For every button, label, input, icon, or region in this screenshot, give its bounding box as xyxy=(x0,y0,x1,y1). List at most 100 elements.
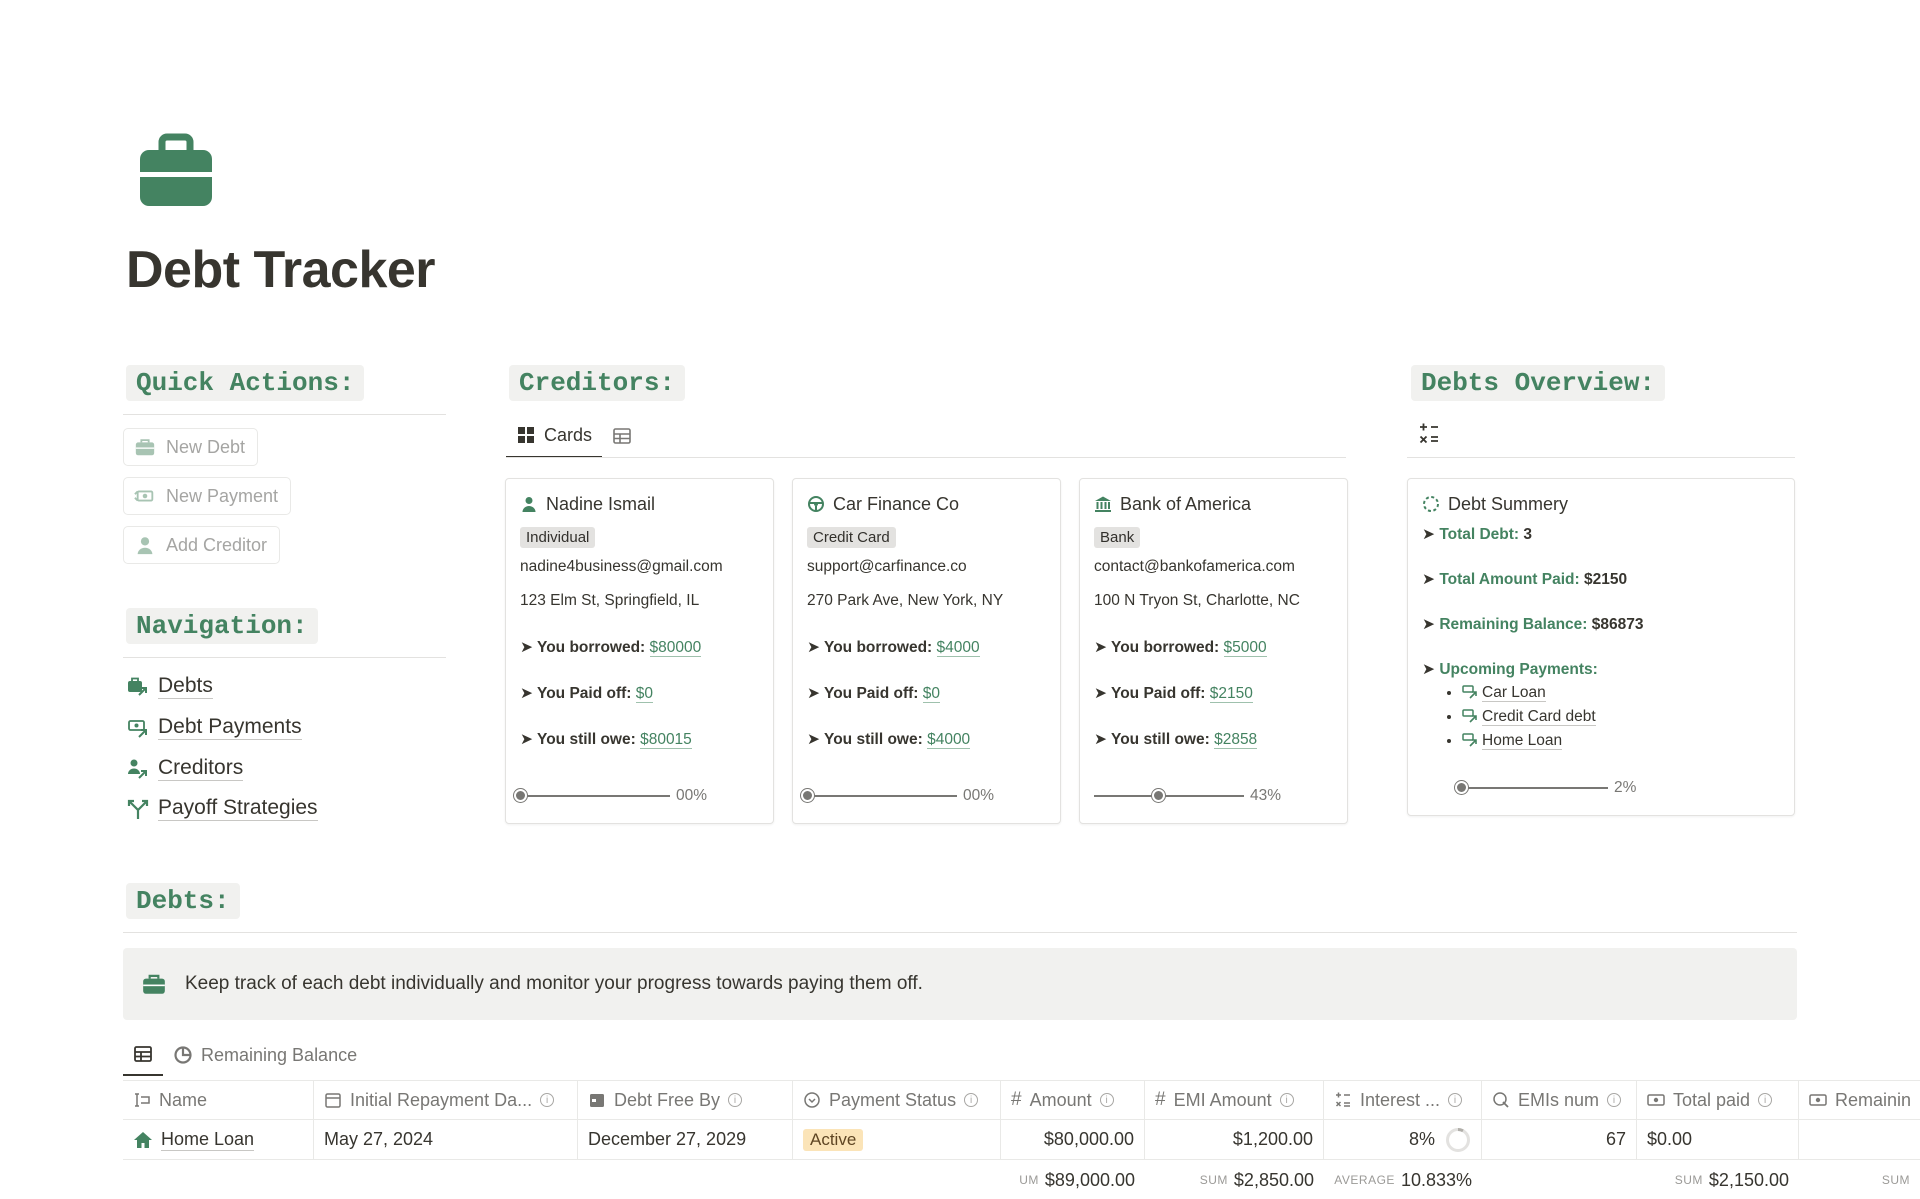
borrowed-value[interactable]: $80000 xyxy=(649,639,702,657)
creditor-email: support@carfinance.co xyxy=(807,558,967,575)
info-icon[interactable]: i xyxy=(1279,1093,1294,1107)
tab-table[interactable] xyxy=(602,414,642,458)
creditor-name: Car Finance Co xyxy=(833,493,960,514)
new-debt-button[interactable]: New Debt xyxy=(123,428,259,466)
footer-interest-average[interactable]: AVERAGE 10.833% xyxy=(1324,1160,1482,1199)
debts-table: Name Initial Repayment Da... i Debt Free… xyxy=(123,1080,1920,1199)
owe-value[interactable]: $4000 xyxy=(927,731,971,749)
tab-cards[interactable]: Cards xyxy=(506,414,603,458)
debt-free-by-cell[interactable]: December 27, 2029 xyxy=(578,1120,793,1159)
progress-knob xyxy=(1152,789,1165,802)
money-link-icon xyxy=(128,719,147,738)
column-header-emis-num[interactable]: EMIs num i xyxy=(1482,1081,1637,1119)
footer-remaining-sum[interactable]: SUM xyxy=(1799,1160,1920,1199)
calendar-icon xyxy=(325,1093,341,1108)
info-icon[interactable]: i xyxy=(1099,1093,1114,1107)
emi-amount-cell[interactable]: $1,200.00 xyxy=(1145,1120,1324,1159)
creditor-address: 123 Elm St, Springfield, IL xyxy=(520,592,700,609)
info-icon[interactable]: i xyxy=(1758,1093,1773,1107)
column-label: Remainin xyxy=(1835,1089,1912,1110)
aggregate-value: $89,000.00 xyxy=(1044,1169,1135,1190)
footer-emi-sum[interactable]: SUM $2,850.00 xyxy=(1145,1160,1324,1199)
borrowed-value[interactable]: $4000 xyxy=(936,639,980,657)
total-paid-cell[interactable]: $0.00 xyxy=(1637,1120,1799,1159)
column-header-debt-free-by[interactable]: Debt Free By i xyxy=(578,1081,793,1119)
row-name-link[interactable]: Home Loan xyxy=(161,1129,255,1151)
info-icon[interactable]: i xyxy=(728,1093,743,1107)
nav-item-payoff-strategies[interactable]: Payoff Strategies xyxy=(126,796,318,822)
list-item[interactable]: Car Loan xyxy=(1462,683,1780,707)
emis-num-cell[interactable]: 67 xyxy=(1482,1120,1637,1159)
owe-value[interactable]: $80015 xyxy=(640,731,692,749)
payment-status-cell[interactable]: Active xyxy=(793,1120,1001,1159)
paid-value[interactable]: $0 xyxy=(922,685,940,703)
calculator-ops-icon[interactable] xyxy=(1418,422,1440,444)
progress-text: 00% xyxy=(963,787,995,804)
table-header: Name Initial Repayment Da... i Debt Free… xyxy=(123,1080,1920,1120)
info-icon[interactable]: i xyxy=(964,1093,979,1107)
upcoming-payment-link[interactable]: Car Loan xyxy=(1482,684,1546,702)
debt-summary-card[interactable]: Debt Summery ➤ Total Debt: 3 ➤ Total Amo… xyxy=(1407,478,1795,816)
borrowed-value[interactable]: $5000 xyxy=(1223,639,1267,657)
info-icon[interactable]: i xyxy=(540,1093,555,1107)
paid-value[interactable]: $0 xyxy=(635,685,653,703)
initial-repayment-cell[interactable]: May 27, 2024 xyxy=(314,1120,578,1159)
paid-value[interactable]: $2150 xyxy=(1209,685,1253,703)
borrowed-row: ➤ You borrowed: $4000 xyxy=(807,638,1046,660)
nav-item-debts[interactable]: Debts xyxy=(126,674,213,700)
nav-item-label: Creditors xyxy=(158,756,244,782)
creditor-card[interactable]: Nadine Ismail Individual nadine4business… xyxy=(505,478,774,824)
tab-table-view[interactable] xyxy=(123,1034,163,1076)
list-item[interactable]: Credit Card debt xyxy=(1462,707,1780,731)
paid-label: ➤ You Paid off: xyxy=(807,685,919,702)
debts-overview-heading: Debts Overview: xyxy=(1411,365,1666,401)
interest-cell[interactable]: 8% xyxy=(1324,1120,1482,1159)
owe-value[interactable]: $2858 xyxy=(1214,731,1258,749)
owe-row: ➤ You still owe: $80015 xyxy=(520,730,759,752)
footer-amount-sum[interactable]: UM $89,000.00 xyxy=(1001,1160,1145,1199)
info-icon[interactable]: i xyxy=(1448,1093,1463,1107)
upcoming-payment-link[interactable]: Home Loan xyxy=(1482,732,1563,750)
borrowed-label: ➤ You borrowed: xyxy=(1094,639,1220,656)
column-header-initial-repayment[interactable]: Initial Repayment Da... i xyxy=(314,1081,578,1119)
briefcase-icon[interactable] xyxy=(136,132,216,212)
add-creditor-button[interactable]: Add Creditor xyxy=(123,526,281,564)
column-header-payment-status[interactable]: Payment Status i xyxy=(793,1081,1001,1119)
creditor-type-tag: Credit Card xyxy=(807,527,896,548)
table-row[interactable]: Home Loan May 27, 2024 December 27, 2029… xyxy=(123,1120,1920,1160)
progress-text: 43% xyxy=(1250,787,1282,804)
aggregate-label: SUM xyxy=(1881,1173,1910,1187)
new-debt-label: New Debt xyxy=(166,436,246,457)
name-cell[interactable]: Home Loan xyxy=(123,1120,314,1159)
paid-label: ➤ You Paid off: xyxy=(520,685,632,702)
tab-remaining-balance[interactable]: Remaining Balance xyxy=(163,1034,367,1076)
column-header-total-paid[interactable]: Total paid i xyxy=(1637,1081,1799,1119)
remaining-cell[interactable] xyxy=(1799,1120,1920,1159)
list-item[interactable]: Home Loan xyxy=(1462,731,1780,755)
debts-heading: Debts: xyxy=(126,883,240,919)
hash-icon: # xyxy=(1011,1089,1022,1110)
column-header-amount[interactable]: # Amount i xyxy=(1001,1081,1145,1119)
creditor-address: 100 N Tryon St, Charlotte, NC xyxy=(1094,592,1300,609)
column-header-emi-amount[interactable]: # EMI Amount i xyxy=(1145,1081,1324,1119)
info-icon[interactable]: i xyxy=(1607,1093,1622,1107)
amount-cell[interactable]: $80,000.00 xyxy=(1001,1120,1145,1159)
nav-item-debt-payments[interactable]: Debt Payments xyxy=(126,715,302,741)
creditor-card[interactable]: Bank of America Bank contact@bankofameri… xyxy=(1079,478,1348,824)
upcoming-payment-link[interactable]: Credit Card debt xyxy=(1482,708,1596,726)
total-paid-label: Total Amount Paid: xyxy=(1439,571,1580,588)
upcoming-row: ➤ Upcoming Payments: xyxy=(1422,660,1780,679)
nav-item-creditors[interactable]: Creditors xyxy=(126,756,244,782)
column-header-name[interactable]: Name xyxy=(123,1081,314,1119)
divider xyxy=(1407,457,1795,458)
table-footer: UM $89,000.00 SUM $2,850.00 AVERAGE 10.8… xyxy=(123,1160,1920,1199)
creditor-card[interactable]: Car Finance Co Credit Card support@carfi… xyxy=(792,478,1061,824)
owe-label: ➤ You still owe: xyxy=(1094,731,1210,748)
divider xyxy=(123,657,446,658)
owe-label: ➤ You still owe: xyxy=(807,731,923,748)
footer-paid-sum[interactable]: SUM $2,150.00 xyxy=(1637,1160,1799,1199)
new-payment-button[interactable]: New Payment xyxy=(123,477,292,515)
column-header-interest[interactable]: Interest ... i xyxy=(1324,1081,1482,1119)
footer-cell xyxy=(793,1160,1001,1199)
column-header-remaining[interactable]: Remainin xyxy=(1799,1081,1920,1119)
